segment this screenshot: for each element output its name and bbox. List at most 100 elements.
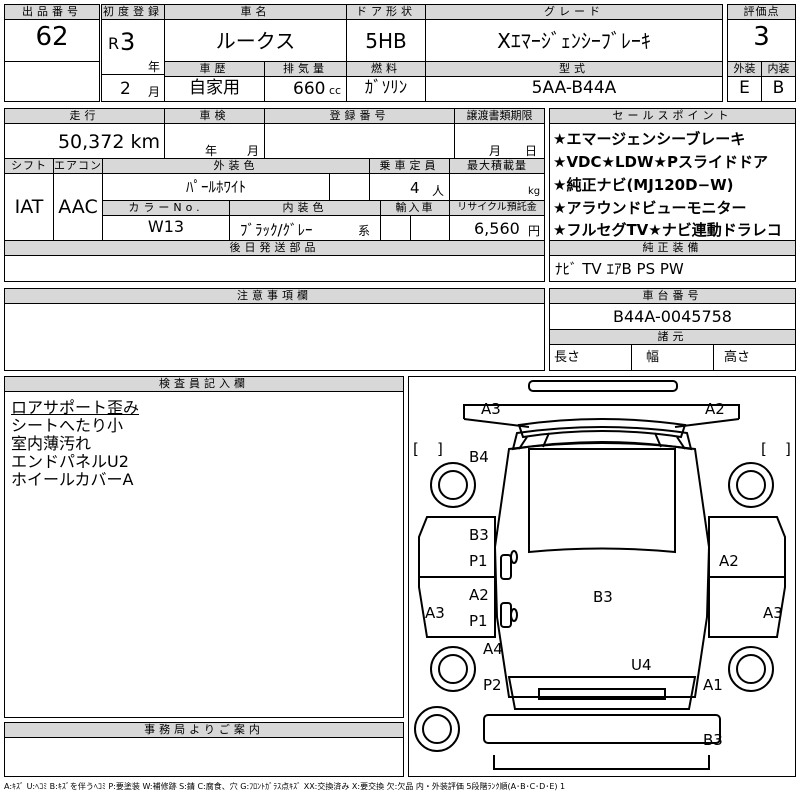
recycle-label: リサイクル預託金 [449,200,545,216]
car-diagram: A3 A2 B4 B3 P1 A2 A2 P1 B3 A3 A3 A4 U4 P… [408,376,796,777]
capacity-label: 乗車定員 [369,158,450,174]
color-no-label: カラーNo. [102,200,230,216]
displacement-unit: cc [329,84,342,97]
ext-color-extra [329,173,370,201]
notes-label: 注意事項欄 [4,288,545,304]
max-load-unit: kg [528,186,541,197]
car-name: ルークス [164,19,347,62]
first-reg-month: 2 月 [101,74,165,102]
displacement-cell: 660 cc [264,76,347,102]
damage-mark: P1 [469,612,488,630]
damage-mark: A1 [703,676,723,694]
inspection-month: 月 [247,144,260,158]
legend: A:ｷｽﾞ U:ﾍｺﾐ B:ｷｽﾞを伴うﾍｺﾐ P:要塗装 W:補修跡 S:錆 … [4,782,566,791]
inspection-year: 年 [205,144,218,158]
shift: IAT [4,173,54,241]
color-no: W13 [102,215,230,241]
grade-label: グレード [425,4,723,20]
transfer-day: 日 [525,144,538,158]
month-num: 2 [120,79,131,99]
inspector-label: 検査員記入欄 [4,376,404,392]
first-reg-year: R 3 年 [101,19,165,75]
damage-mark: A4 [483,640,503,658]
history-label: 車歴 [164,61,265,77]
fuel: ｶﾞｿﾘﾝ [346,76,426,102]
later-parts-label: 後日発送部品 [4,240,545,256]
shift-label: シフト [4,158,54,174]
door: 5HB [346,19,426,62]
fuel-label: 燃料 [346,61,426,77]
damage-mark: U4 [631,656,652,674]
int-color-label: 内装色 [229,200,381,216]
bracket: [ [413,440,419,458]
mileage-label: 走行 [4,108,165,124]
dim-length: 長さ [549,344,632,371]
year-unit: 年 [148,60,161,74]
damage-mark: B3 [703,731,723,749]
office [4,737,404,777]
era: R [108,34,120,53]
damage-mark: A2 [719,552,739,570]
model-label: 型式 [425,61,723,77]
sales-point-item: ★エマージェンシーブレーキ [553,130,746,148]
door-label: ドア形状 [346,4,426,20]
displacement-label: 排気量 [264,61,347,77]
capacity: 4 [410,179,420,197]
exterior-label: 外装 [727,61,762,77]
lot-no-blank [4,61,100,102]
damage-mark: A3 [763,604,783,622]
transfer-label: 譲渡書類期限 [454,108,545,124]
damage-mark: B3 [469,526,489,544]
sales-point-item: ★純正ナビ(MJ120D−W) [553,176,734,194]
import-label: 輸入車 [380,200,450,216]
bracket: [ [761,440,767,458]
damage-mark: A3 [481,400,501,418]
ext-color: ﾊﾟｰﾙﾎﾜｲﾄ [102,173,330,201]
int-color-suffix: 系 [358,224,371,238]
inspection-label: 車検 [164,108,265,124]
ext-color-label: 外装色 [102,158,370,174]
sales-point-item: ★フルセグTV★ナビ連動ドラレコ [553,221,782,239]
interior-grade: B [761,76,796,102]
equipment-label: 純正装備 [549,240,796,256]
first-reg-label: 初度登録 [101,4,165,20]
damage-mark: B3 [593,588,613,606]
recycle: 6,560 [474,219,520,238]
equipment: ﾅﾋﾞ TV ｴｱB PS PW [549,255,796,282]
inspector-line: ホイールカバーA [11,470,134,489]
score-label: 評価点 [727,4,796,20]
later-parts [4,255,545,282]
inspection-cell: 年 月 [164,123,265,159]
import-cell-2 [410,215,450,241]
sales-point-item: ★アラウンドビューモニター [553,199,747,217]
damage-mark: A3 [425,604,445,622]
reg-no [264,123,455,159]
dim-width: 幅 [631,344,714,371]
model: 5AA-B44A [425,76,723,102]
damage-mark: A2 [469,586,489,604]
month-unit: 月 [148,85,161,99]
damage-mark: P1 [469,552,488,570]
capacity-cell: 4 人 [369,173,450,201]
sales-points-label: セールスポイント [549,108,796,124]
recycle-cell: 6,560 円 [449,215,545,241]
interior-label: 内装 [761,61,796,77]
sales-points: ★エマージェンシーブレーキ ★VDC★LDW★Pスライドドア ★純正ナビ(MJ1… [549,123,796,241]
mileage: 50,372 km [4,123,165,159]
capacity-unit: 人 [432,184,445,198]
transfer-cell: 月 日 [454,123,545,159]
bracket: ] [785,440,791,458]
office-label: 事務局よりご案内 [4,722,404,738]
int-color-cell: ﾌﾞﾗｯｸ/ｸﾞﾚｰ 系 [229,215,381,241]
grade: Xｴﾏｰｼﾞｪﾝｼｰﾌﾞﾚｰｷ [425,19,723,62]
lot-no-label: 出品番号 [4,4,100,20]
score: 3 [727,19,796,62]
damage-mark: B4 [469,448,489,466]
lot-no: 62 [4,19,100,62]
damage-mark: A2 [705,400,725,418]
max-load-cell: kg [449,173,545,201]
exterior-grade: E [727,76,762,102]
import-cell [380,215,411,241]
reg-no-label: 登録番号 [264,108,455,124]
car-name-label: 車名 [164,4,347,20]
